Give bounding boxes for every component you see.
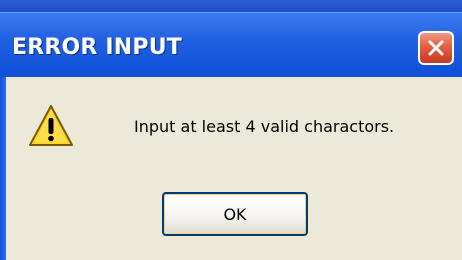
window-top-edge (0, 0, 462, 12)
dialog-title: ERROR INPUT (12, 35, 183, 60)
ok-button[interactable]: OK (162, 192, 308, 236)
error-message: Input at least 4 valid charactors. (134, 117, 395, 136)
close-button[interactable] (418, 31, 454, 65)
close-icon (428, 40, 444, 56)
title-bar[interactable]: ERROR INPUT (0, 12, 462, 77)
warning-icon (28, 103, 74, 149)
window-left-border (0, 77, 6, 260)
error-dialog: ERROR INPUT Input at least 4 valid chara… (0, 0, 462, 260)
